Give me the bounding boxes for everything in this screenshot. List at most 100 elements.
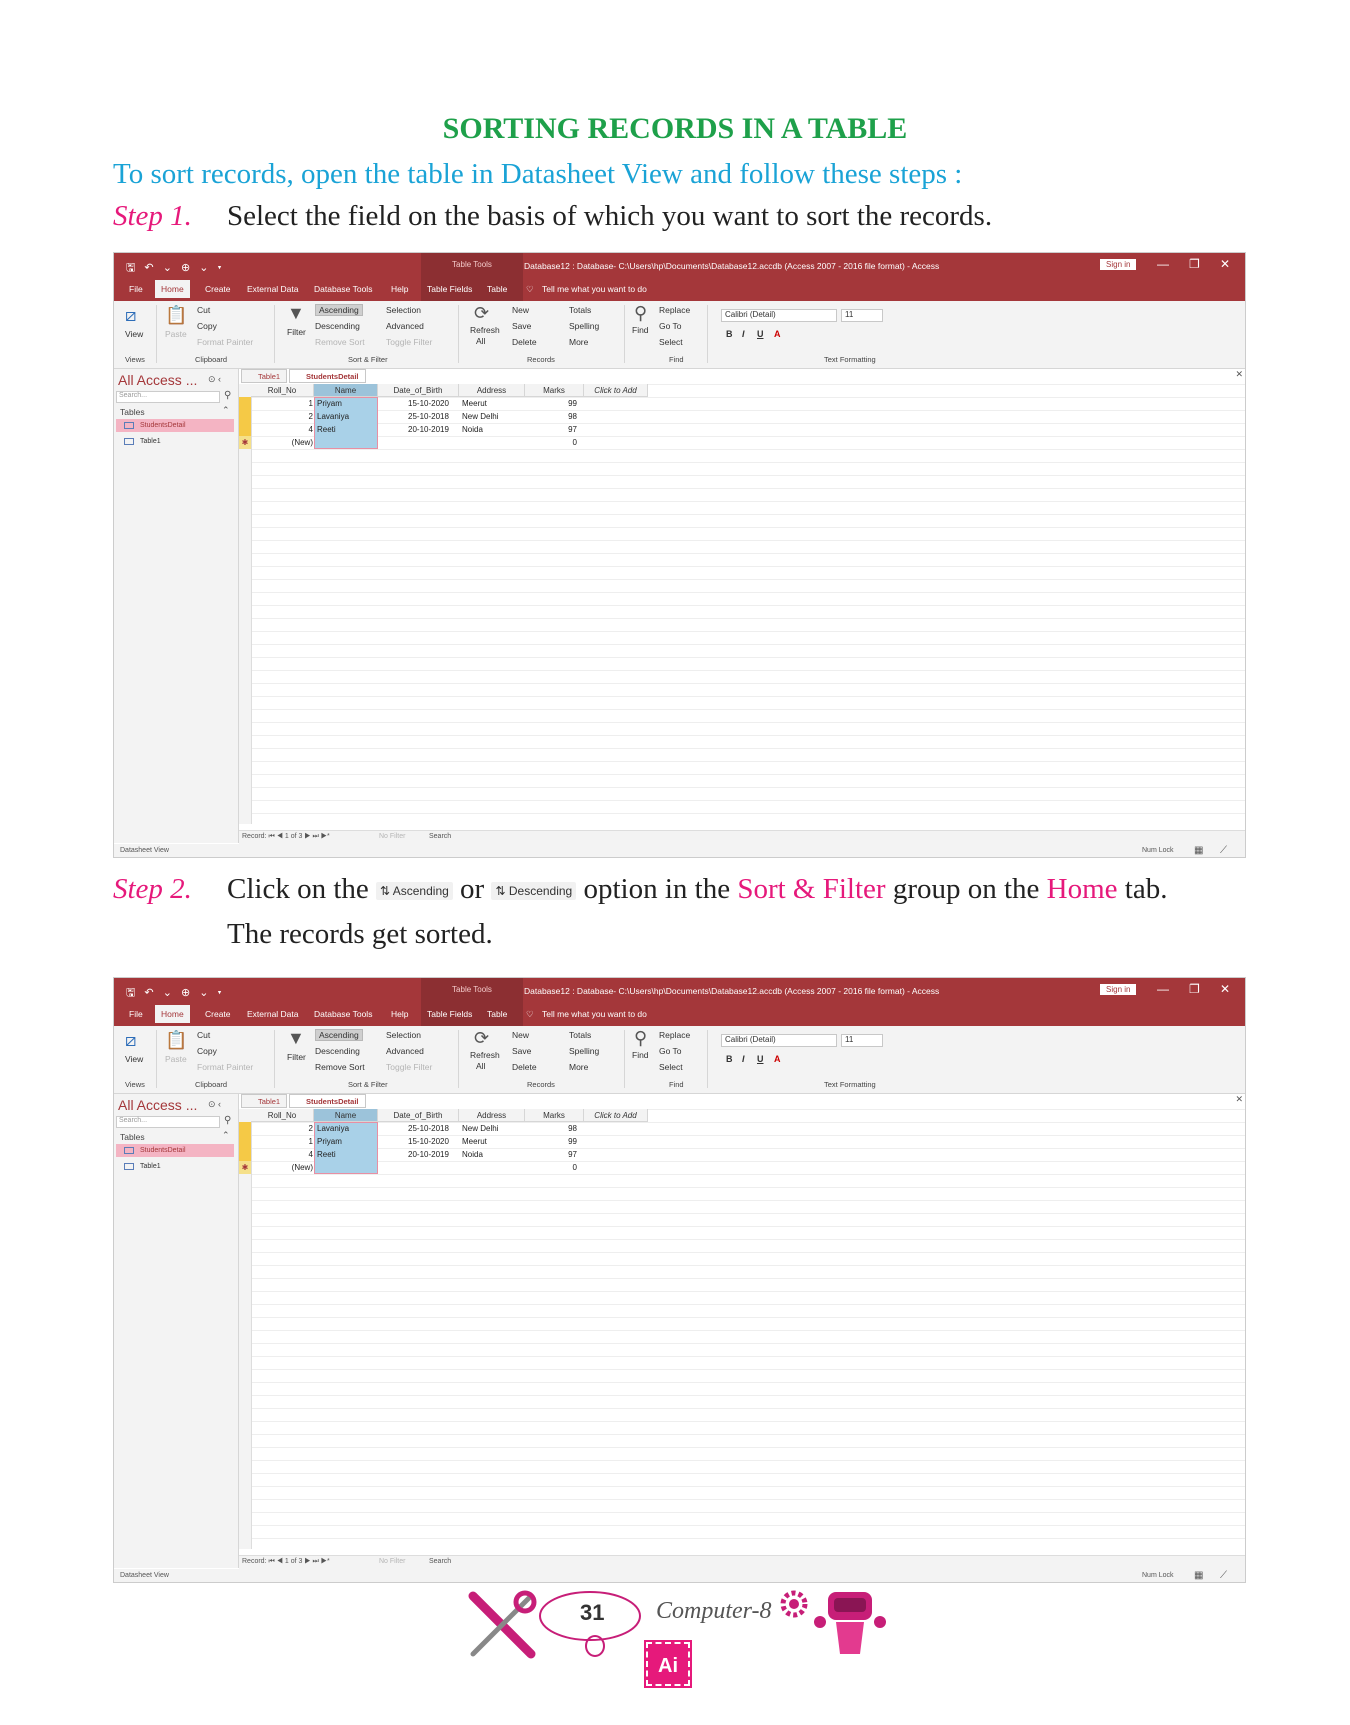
cell-roll-no[interactable]: 1 bbox=[251, 1135, 313, 1148]
cell-marks[interactable]: 97 bbox=[525, 423, 577, 436]
font-color-icon[interactable]: A bbox=[774, 1054, 781, 1064]
refresh-button[interactable]: Refresh bbox=[470, 1050, 500, 1060]
save-record-button[interactable]: Save bbox=[512, 321, 531, 331]
layout-view-icon[interactable]: ⟋ bbox=[1220, 1570, 1227, 1581]
cell-marks[interactable]: 99 bbox=[525, 1135, 577, 1148]
column-header-address[interactable]: Address bbox=[459, 384, 525, 397]
column-header-roll_no[interactable]: Roll_No bbox=[251, 1109, 314, 1122]
new-record-button[interactable]: New bbox=[512, 305, 529, 315]
column-header-name[interactable]: Name bbox=[314, 1109, 378, 1122]
cell-roll-no[interactable]: 1 bbox=[251, 397, 313, 410]
refresh-icon[interactable]: ⟳ bbox=[474, 1028, 489, 1049]
filter-icon[interactable]: ▼ bbox=[287, 303, 305, 324]
filter-icon[interactable]: ▼ bbox=[287, 1028, 305, 1049]
close-icon[interactable]: ✕ bbox=[1235, 1094, 1243, 1105]
record-search-field[interactable]: Search bbox=[429, 833, 451, 840]
cell-name[interactable]: Lavaniya bbox=[317, 1122, 349, 1135]
descending-button[interactable]: Descending bbox=[315, 321, 360, 331]
nav-item-table1[interactable]: Table1 bbox=[116, 1160, 234, 1173]
restore-icon[interactable]: ❐ bbox=[1189, 257, 1200, 271]
datasheet-view-icon[interactable]: ▦ bbox=[1194, 1570, 1203, 1581]
find-button[interactable]: Find bbox=[632, 325, 649, 335]
doc-tab-table1[interactable]: Table1 bbox=[241, 1094, 288, 1108]
cut-button[interactable]: Cut bbox=[197, 305, 210, 315]
nav-item-studentsdetail[interactable]: StudentsDetail bbox=[116, 1144, 234, 1157]
record-selector[interactable] bbox=[239, 1135, 251, 1148]
font-name-select[interactable]: Calibri (Detail) bbox=[721, 1034, 837, 1047]
refresh-button[interactable]: Refresh bbox=[470, 325, 500, 335]
select-button[interactable]: Select bbox=[659, 337, 683, 347]
filter-button[interactable]: Filter bbox=[287, 327, 306, 337]
ascending-button[interactable]: Ascending bbox=[315, 1029, 363, 1041]
view-button[interactable]: View bbox=[125, 329, 143, 339]
font-name-select[interactable]: Calibri (Detail) bbox=[721, 309, 837, 322]
cell-dob[interactable]: 15-10-2020 bbox=[408, 397, 449, 410]
column-header-date_of_birth[interactable]: Date_of_Birth bbox=[378, 1109, 459, 1122]
save-record-button[interactable]: Save bbox=[512, 1046, 531, 1056]
delete-record-button[interactable]: Delete bbox=[512, 337, 537, 347]
record-navigation-buttons[interactable]: Record: ⏮ ◀ 1 of 3 ▶ ⏭ ▶* bbox=[242, 833, 330, 841]
cell-roll-no[interactable]: 4 bbox=[251, 423, 313, 436]
doc-tab-studentsdetail[interactable]: StudentsDetail bbox=[289, 369, 366, 383]
cell-name[interactable]: Reeti bbox=[317, 1148, 336, 1161]
underline-button[interactable]: U bbox=[757, 329, 764, 339]
cell-marks[interactable]: 99 bbox=[525, 397, 577, 410]
record-selector[interactable] bbox=[239, 1148, 251, 1161]
find-icon[interactable]: ⚲ bbox=[634, 1028, 647, 1049]
replace-button[interactable]: Replace bbox=[659, 1030, 690, 1040]
cell-name[interactable]: Reeti bbox=[317, 423, 336, 436]
selection-button[interactable]: Selection bbox=[386, 1030, 421, 1040]
nav-item-table1[interactable]: Table1 bbox=[116, 435, 234, 448]
chevron-up-icon[interactable]: ⌃ bbox=[222, 405, 230, 416]
go-to-button[interactable]: Go To bbox=[659, 1046, 682, 1056]
spelling-button[interactable]: Spelling bbox=[569, 1046, 599, 1056]
new-record-selector[interactable]: ✱ bbox=[239, 1161, 251, 1174]
tab-create[interactable]: Create bbox=[205, 284, 231, 294]
record-selector[interactable] bbox=[239, 423, 251, 436]
column-header-click-to-add[interactable]: Click to Add bbox=[584, 384, 648, 397]
select-button[interactable]: Select bbox=[659, 1062, 683, 1072]
record-selector[interactable] bbox=[239, 397, 251, 410]
doc-tab-studentsdetail[interactable]: StudentsDetail bbox=[289, 1094, 366, 1108]
cell-address[interactable]: New Delhi bbox=[462, 1122, 498, 1135]
totals-button[interactable]: Totals bbox=[569, 305, 591, 315]
more-button[interactable]: More bbox=[569, 337, 588, 347]
quick-access-toolbar[interactable]: 🖫 ↶ ⌄ ⊕ ⌄ ▾ bbox=[126, 259, 225, 278]
record-navigation-buttons[interactable]: Record: ⏮ ◀ 1 of 3 ▶ ⏭ ▶* bbox=[242, 1558, 330, 1566]
filter-button[interactable]: Filter bbox=[287, 1052, 306, 1062]
tab-table[interactable]: Table bbox=[487, 1009, 507, 1019]
nav-pane-title[interactable]: All Access ... bbox=[118, 1097, 197, 1113]
totals-button[interactable]: Totals bbox=[569, 1030, 591, 1040]
nav-pane-title[interactable]: All Access ... bbox=[118, 372, 197, 388]
remove-sort-button[interactable]: Remove Sort bbox=[315, 1062, 365, 1072]
advanced-button[interactable]: Advanced bbox=[386, 1046, 424, 1056]
more-button[interactable]: More bbox=[569, 1062, 588, 1072]
doc-tab-table1[interactable]: Table1 bbox=[241, 369, 288, 383]
bold-button[interactable]: B bbox=[726, 329, 733, 339]
tab-file[interactable]: File bbox=[129, 284, 143, 294]
find-button[interactable]: Find bbox=[632, 1050, 649, 1060]
tab-help[interactable]: Help bbox=[391, 1009, 408, 1019]
tab-database-tools[interactable]: Database Tools bbox=[314, 1009, 372, 1019]
tab-database-tools[interactable]: Database Tools bbox=[314, 284, 372, 294]
column-header-marks[interactable]: Marks bbox=[525, 1109, 584, 1122]
new-record-roll-no[interactable]: (New) bbox=[251, 436, 313, 449]
new-record-marks[interactable]: 0 bbox=[525, 1161, 577, 1174]
cell-roll-no[interactable]: 2 bbox=[251, 410, 313, 423]
tab-file[interactable]: File bbox=[129, 1009, 143, 1019]
column-header-date_of_birth[interactable]: Date_of_Birth bbox=[378, 384, 459, 397]
go-to-button[interactable]: Go To bbox=[659, 321, 682, 331]
nav-search-input[interactable]: Search... bbox=[116, 391, 220, 403]
cell-dob[interactable]: 25-10-2018 bbox=[408, 1122, 449, 1135]
font-size-select[interactable]: 11 bbox=[841, 309, 883, 322]
find-icon[interactable]: ⚲ bbox=[634, 303, 647, 324]
cell-address[interactable]: New Delhi bbox=[462, 410, 498, 423]
cell-marks[interactable]: 97 bbox=[525, 1148, 577, 1161]
cell-name[interactable]: Lavaniya bbox=[317, 410, 349, 423]
tab-help[interactable]: Help bbox=[391, 284, 408, 294]
sign-in-button[interactable]: Sign in bbox=[1100, 984, 1137, 995]
record-selector[interactable] bbox=[239, 410, 251, 423]
column-header-roll_no[interactable]: Roll_No bbox=[251, 384, 314, 397]
cell-dob[interactable]: 25-10-2018 bbox=[408, 410, 449, 423]
record-search-field[interactable]: Search bbox=[429, 1558, 451, 1565]
